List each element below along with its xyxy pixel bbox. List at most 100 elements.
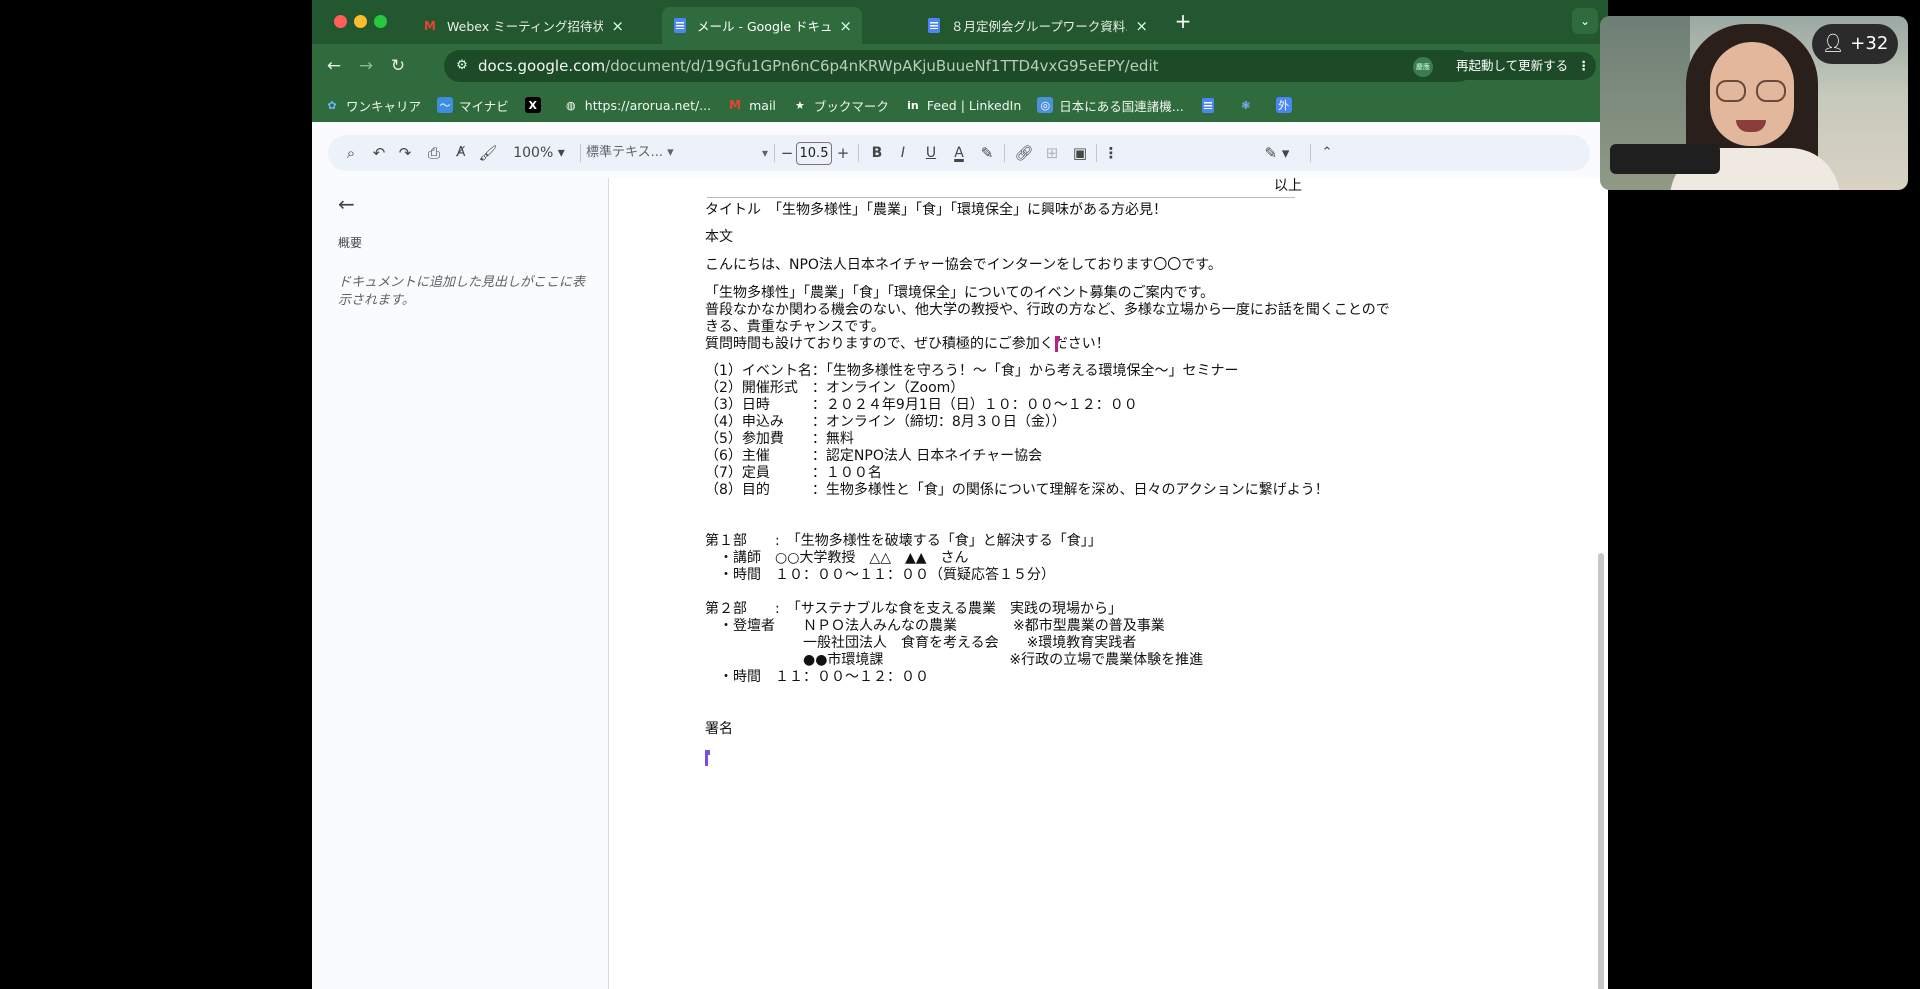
doc-text-line: 普段なかなか関わる機会のない、他大学の教授や、行政の方など、多様な立場から一度に…	[705, 302, 1390, 318]
menu-icon[interactable]: ⋮	[1578, 52, 1591, 80]
bookmark-folder[interactable]: ★ ブックマーク	[792, 96, 889, 115]
pencil-icon: ✎	[1264, 144, 1278, 162]
font-size-input[interactable]: 10.5	[796, 142, 832, 165]
style-select[interactable]: 標準テキス... ▾	[586, 135, 694, 171]
event-detail-line: （7）定員 ：１００名	[705, 465, 882, 481]
person-icon: 👤︎	[1821, 33, 1845, 54]
program-line: ・時間 １０：００〜１１：００（質疑応答１５分）	[705, 567, 1055, 583]
highlight-icon[interactable]: ✎	[974, 135, 1000, 171]
underline-icon[interactable]: U	[918, 135, 944, 171]
bookmark-onecareer[interactable]: ✿ ワンキャリア	[324, 96, 421, 115]
close-icon[interactable]: ×	[1135, 17, 1148, 35]
back-button[interactable]: ←	[320, 52, 348, 80]
gear-icon: ❃	[1241, 98, 1251, 112]
outline-title: 概要	[338, 236, 363, 250]
maximize-window-button[interactable]	[374, 15, 387, 28]
bookmark-label: ブックマーク	[813, 98, 889, 114]
close-icon[interactable]: ×	[611, 17, 624, 35]
horizontal-rule	[707, 197, 1295, 198]
divider	[1096, 144, 1097, 162]
link-icon[interactable]: 🔗︎	[1010, 135, 1038, 171]
tab-bar: M Webex ミーティング招待状: C × メール - Google ドキュメ…	[312, 0, 1608, 44]
program-line: 第１部 : 「生物多様性を破壊する「食」と解決する「食」」	[705, 533, 1102, 549]
decrease-font-size-button[interactable]: −	[778, 135, 796, 171]
comment-icon[interactable]: ⊞	[1038, 135, 1066, 171]
document-outline: ← 概要 ドキュメントに追加した見出しがここに表示されます。	[312, 178, 608, 989]
docs-icon	[1200, 97, 1216, 113]
tab-label: メール - Google ドキュメント	[697, 19, 832, 34]
bookmark-mail[interactable]: M mail	[727, 97, 776, 113]
x-icon: X	[524, 97, 541, 113]
bookmark-un[interactable]: ◎ 日本にある国連諸機...	[1037, 96, 1184, 115]
address-bar[interactable]: ⚙ docs.google.com/document/d/19Gfu1GPn6n…	[444, 50, 1474, 82]
bookmarks-bar: ✿ ワンキャリア 〜 マイナビ X ◍ https://arorua.net/.…	[312, 88, 1608, 122]
doc-title-line: タイトル 「生物多様性」「農業」「食」「環境保全」に興味がある方必見！	[705, 202, 1167, 218]
editing-mode-button[interactable]: ✎ ▾	[1252, 135, 1302, 171]
bookmark-settings[interactable]: ❃	[1238, 97, 1260, 113]
increase-font-size-button[interactable]: +	[834, 135, 852, 171]
reload-button[interactable]: ↻	[384, 52, 412, 80]
mynavi-icon: 〜	[437, 97, 454, 113]
zoom-value: 100%	[513, 145, 554, 161]
minimize-window-button[interactable]	[354, 15, 367, 28]
tab-label: Webex ミーティング招待状: C	[447, 19, 604, 34]
tab-august-meeting[interactable]: ８月定例会グループワーク資料.d ×	[916, 7, 1158, 44]
font-select[interactable]: ▾	[698, 135, 768, 171]
tab-webex-invite[interactable]: M Webex ミーティング招待状: C ×	[412, 7, 634, 44]
url-text: docs.google.com/document/d/19Gfu1GPn6nC6…	[478, 50, 1159, 82]
bookmark-translate[interactable]: 外	[1275, 97, 1298, 113]
print-icon[interactable]: ⎙	[420, 135, 448, 171]
new-tab-button[interactable]: +	[1169, 8, 1197, 36]
profile-avatar[interactable]: 慶應	[1413, 57, 1433, 77]
style-value: 標準テキス...	[586, 145, 664, 160]
bookmark-docs[interactable]	[1200, 97, 1222, 113]
forward-button[interactable]: →	[352, 52, 380, 80]
bookmark-mynavi[interactable]: 〜 マイナビ	[437, 96, 509, 115]
bookmark-label: 日本にある国連諸機...	[1059, 98, 1184, 114]
image-icon[interactable]: ▣	[1066, 135, 1094, 171]
collapse-menus-icon[interactable]: ⌃	[1316, 135, 1338, 171]
arrow-left-icon[interactable]: ←	[338, 192, 355, 216]
bookmark-arorua[interactable]: ◍ https://arorua.net/...	[563, 97, 711, 113]
document-page[interactable]: 以上 タイトル 「生物多様性」「農業」「食」「環境保全」に興味がある方必見！ 本…	[608, 178, 1608, 989]
zoom-select[interactable]: 100% ▾	[504, 135, 574, 171]
site-settings-icon[interactable]: ⚙	[454, 58, 470, 74]
close-icon[interactable]: ×	[839, 17, 852, 35]
browser-window: M Webex ミーティング招待状: C × メール - Google ドキュメ…	[312, 0, 1608, 989]
participants-count-button[interactable]: 👤︎ +32	[1812, 24, 1898, 64]
spellcheck-icon[interactable]: A̸	[448, 135, 474, 171]
star-icon: ★	[794, 98, 805, 112]
italic-icon[interactable]: I	[890, 135, 916, 171]
gmail-icon: M	[729, 98, 742, 112]
bookmark-x[interactable]: X	[524, 97, 547, 113]
relaunch-update-button[interactable]: 再起動して更新する ⋮	[1446, 52, 1596, 80]
doc-text-line: 質問時間も設けておりますので、ぜひ積極的にご参加ください！	[705, 336, 1110, 352]
divider	[774, 144, 775, 162]
event-detail-line: （3）日時 ：２０２４年9月1日（日）１０：００〜１２：００	[705, 397, 1138, 413]
text-color-icon[interactable]: A	[946, 135, 972, 171]
paint-format-icon[interactable]: 🖌︎	[474, 135, 502, 171]
bookmark-label: マイナビ	[459, 98, 509, 114]
bookmark-linkedin[interactable]: in Feed | LinkedIn	[905, 97, 1021, 113]
translate-icon: 外	[1275, 97, 1292, 113]
signature-line: 署名	[705, 721, 733, 737]
tab-mail-docs[interactable]: メール - Google ドキュメント ×	[662, 7, 862, 44]
divider	[580, 144, 581, 162]
event-detail-line: （5）参加費 ：無料	[705, 431, 854, 447]
arrow-right-icon: →	[358, 56, 374, 76]
docs-icon	[672, 18, 688, 34]
bold-icon[interactable]: B	[864, 135, 890, 171]
redo-icon[interactable]: ↷	[392, 135, 418, 171]
docs-toolbar: ⌕ ↶ ↷ ⎙ A̸ 🖌︎ 100% ▾ 標準テキス... ▾ ▾ − 10.5…	[328, 135, 1590, 171]
more-options-icon[interactable]: ⋮	[1100, 135, 1122, 171]
program-line: 第２部 : 「サステナブルな食を支える農業 実践の現場から」	[705, 601, 1123, 617]
tab-search-button[interactable]: ⌄	[1572, 8, 1598, 34]
glasses-right	[1756, 80, 1786, 102]
outline-empty-text: ドキュメントに追加した見出しがここに表示されます。	[338, 275, 586, 308]
event-detail-line: （4）申込み ：オンライン（締切：8月３０日（金））	[705, 414, 1066, 430]
close-window-button[interactable]	[334, 15, 347, 28]
program-line: ・時間 １１：００〜１２：００	[705, 669, 929, 685]
undo-icon[interactable]: ↶	[366, 135, 392, 171]
vertical-scrollbar[interactable]	[1598, 553, 1604, 989]
search-icon[interactable]: ⌕	[338, 135, 364, 171]
